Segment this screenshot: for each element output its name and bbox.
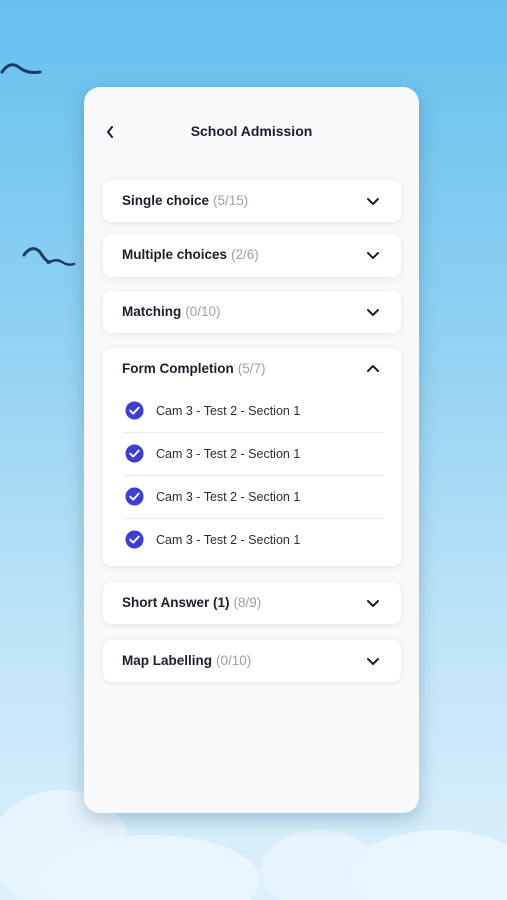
section-header-map-labelling[interactable]: Map Labelling (0/10) [103, 640, 401, 682]
check-circle-icon [125, 487, 144, 506]
chevron-down-icon [367, 198, 379, 205]
page-title: School Admission [190, 123, 313, 139]
section-count: (0/10) [185, 304, 221, 319]
header: School Admission [84, 115, 419, 149]
check-circle-icon [125, 401, 144, 420]
section-label: Form Completion (5/7) [122, 361, 266, 376]
item-label: Cam 3 - Test 2 - Section 1 [156, 533, 301, 547]
section-label: Multiple choices (2/6) [122, 247, 259, 262]
list-item[interactable]: Cam 3 - Test 2 - Section 1 [123, 519, 383, 562]
section-label: Matching (0/10) [122, 304, 221, 319]
section-label: Single choice (5/15) [122, 193, 249, 208]
section-form-completion: Form Completion (5/7) Cam 3 - Test 2 - Se… [103, 348, 401, 566]
section-count: (5/7) [237, 361, 266, 376]
section-matching: Matching (0/10) [103, 291, 401, 333]
section-label: Short Answer (1) (8/9) [122, 595, 262, 610]
chevron-down-icon [367, 252, 379, 259]
section-header-matching[interactable]: Matching (0/10) [103, 291, 401, 333]
bird-icon [22, 247, 52, 264]
questions-card: School Admission Single choice (5/15) Mul… [84, 87, 419, 813]
section-single-choice: Single choice (5/15) [103, 180, 401, 222]
section-count: (2/6) [231, 247, 259, 262]
section-header-single-choice[interactable]: Single choice (5/15) [103, 180, 401, 222]
list-item[interactable]: Cam 3 - Test 2 - Section 1 [123, 476, 383, 519]
list-item[interactable]: Cam 3 - Test 2 - Section 1 [123, 433, 383, 476]
item-label: Cam 3 - Test 2 - Section 1 [156, 490, 301, 504]
section-header-form-completion[interactable]: Form Completion (5/7) [103, 348, 401, 390]
section-count: (8/9) [233, 595, 262, 610]
section-header-short-answer[interactable]: Short Answer (1) (8/9) [103, 582, 401, 624]
check-circle-icon [125, 530, 144, 549]
section-label: Map Labelling (0/10) [122, 653, 252, 668]
section-count: (0/10) [216, 653, 252, 668]
bird-icon [46, 259, 76, 266]
chevron-up-icon [367, 365, 379, 372]
section-multiple-choices: Multiple choices (2/6) [103, 234, 401, 277]
section-items: Cam 3 - Test 2 - Section 1 Cam 3 - Test … [123, 390, 383, 562]
item-label: Cam 3 - Test 2 - Section 1 [156, 447, 301, 461]
section-short-answer: Short Answer (1) (8/9) [103, 582, 401, 624]
chevron-down-icon [367, 309, 379, 316]
chevron-down-icon [367, 600, 379, 607]
bird-icon [0, 63, 42, 74]
section-header-multiple-choices[interactable]: Multiple choices (2/6) [103, 234, 401, 277]
item-label: Cam 3 - Test 2 - Section 1 [156, 404, 301, 418]
check-circle-icon [125, 444, 144, 463]
chevron-down-icon [367, 658, 379, 665]
list-item[interactable]: Cam 3 - Test 2 - Section 1 [123, 390, 383, 433]
section-count: (5/15) [213, 193, 249, 208]
section-map-labelling: Map Labelling (0/10) [103, 640, 401, 682]
